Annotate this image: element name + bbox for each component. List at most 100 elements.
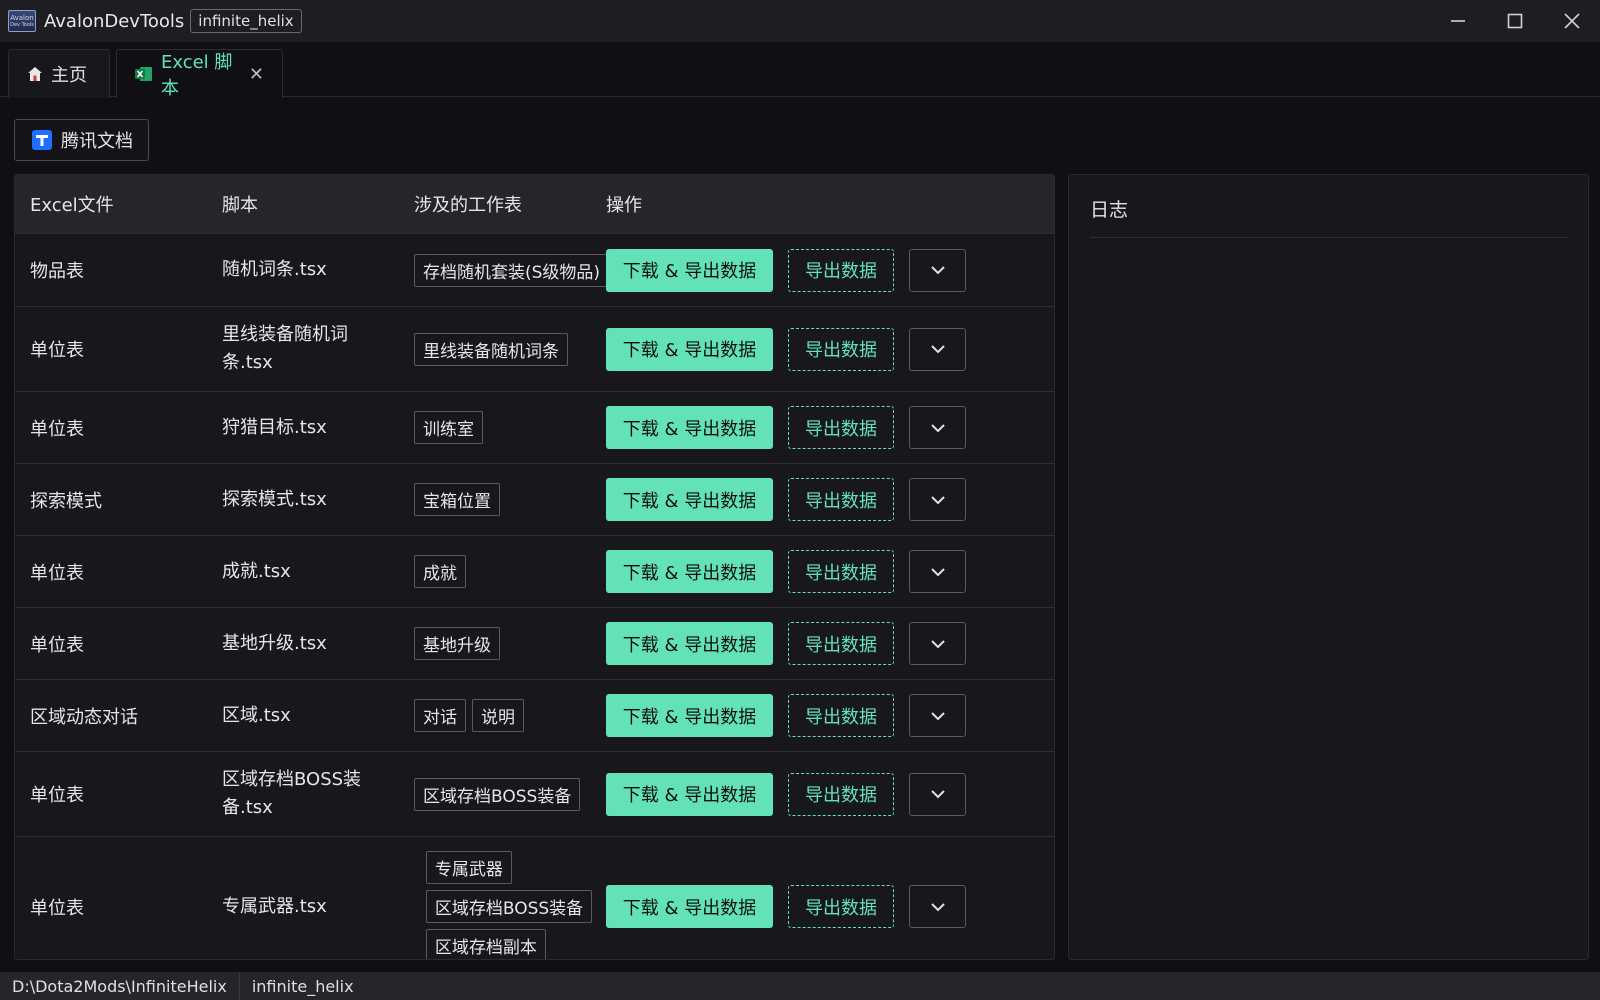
sheet-tag: 专属武器	[425, 851, 512, 884]
chevron-down-icon	[930, 423, 945, 432]
cell-excel-file: 单位表	[30, 634, 84, 656]
table-row: 单位表 狩猎目标.tsx 训练室 下载 & 导出数据 导出数据	[15, 392, 1054, 464]
download-export-button[interactable]: 下载 & 导出数据	[606, 550, 773, 593]
window-controls	[1429, 0, 1600, 42]
close-tab-icon[interactable]: ✕	[249, 64, 264, 85]
tab-excel-scripts[interactable]: Excel 脚本 ✕	[116, 49, 283, 99]
tab-home[interactable]: 主页	[8, 49, 110, 98]
export-data-button[interactable]: 导出数据	[788, 327, 894, 371]
cell-actions: 下载 & 导出数据 导出数据	[606, 307, 966, 391]
download-export-button[interactable]: 下载 & 导出数据	[606, 622, 773, 665]
more-options-button[interactable]	[909, 248, 966, 292]
sheet-tag: 里线装备随机词条	[414, 332, 568, 366]
download-export-button[interactable]: 下载 & 导出数据	[606, 406, 773, 449]
download-export-button[interactable]: 下载 & 导出数据	[606, 327, 773, 371]
export-data-button[interactable]: 导出数据	[788, 772, 894, 816]
sheet-tag: 区域存档BOSS装备	[425, 890, 593, 923]
maximize-icon	[1507, 13, 1522, 29]
home-icon	[27, 66, 43, 82]
chevron-down-icon	[930, 639, 945, 648]
log-divider	[1090, 237, 1567, 238]
table-row: 单位表 基地升级.tsx 基地升级 下载 & 导出数据 导出数据	[15, 608, 1054, 680]
sheet-tag: 说明	[472, 699, 524, 732]
cell-actions: 下载 & 导出数据 导出数据	[606, 608, 966, 679]
export-data-button[interactable]: 导出数据	[788, 406, 894, 449]
cell-script: 区域存档BOSS装备.tsx	[222, 769, 362, 818]
table-body: 物品表 随机词条.tsx 存档随机套装(S级物品) 下载 & 导出数据 导出数据 单位表里…	[15, 234, 1054, 959]
download-export-button[interactable]: 下载 & 导出数据	[606, 248, 773, 292]
cell-actions: 下载 & 导出数据 导出数据	[606, 680, 966, 751]
export-data-button[interactable]: 导出数据	[788, 885, 894, 928]
more-options-button[interactable]	[909, 478, 966, 521]
header-actions: 操作	[606, 195, 642, 216]
sheet-tag: 训练室	[414, 411, 483, 444]
scripts-table: Excel文件 脚本 涉及的工作表 操作 物品表 随机词条.tsx 存档随机套装(S…	[14, 174, 1055, 960]
status-bar: D:\Dota2Mods\InfiniteHelix infinite_heli…	[0, 972, 1600, 1000]
export-data-button[interactable]: 导出数据	[788, 550, 894, 593]
cell-sheets: 对话 说明	[414, 680, 604, 751]
download-export-button[interactable]: 下载 & 导出数据	[606, 694, 773, 737]
tab-bar: 主页 Excel 脚本 ✕	[0, 42, 1600, 99]
cell-actions: 下载 & 导出数据 导出数据	[606, 837, 966, 959]
cell-sheets: 成就	[414, 536, 604, 607]
more-options-button[interactable]	[909, 772, 966, 816]
download-export-button[interactable]: 下载 & 导出数据	[606, 885, 773, 928]
app-logo-icon: Avalon Dev Tools	[8, 10, 36, 32]
cell-sheets: 基地升级	[414, 608, 604, 679]
table-row: 单位表 区域存档BOSS装备.tsx 区域存档BOSS装备 下载 & 导出数据 导出数据	[15, 752, 1054, 837]
chevron-down-icon	[930, 495, 945, 504]
more-options-button[interactable]	[909, 885, 966, 928]
cell-sheets: 里线装备随机词条	[414, 307, 604, 391]
more-options-button[interactable]	[909, 622, 966, 665]
title-bar: Avalon Dev Tools AvalonDevTools infinite…	[0, 0, 1600, 42]
cell-excel-file: 单位表	[30, 897, 84, 919]
more-options-button[interactable]	[909, 327, 966, 371]
maximize-button[interactable]	[1486, 0, 1543, 42]
export-data-button[interactable]: 导出数据	[788, 622, 894, 665]
cell-sheets: 训练室	[414, 392, 604, 463]
table-row: 单位表 成就.tsx 成就 下载 & 导出数据 导出数据	[15, 536, 1054, 608]
cell-excel-file: 单位表	[30, 562, 84, 584]
cell-script: 探索模式.tsx	[222, 488, 327, 510]
close-icon	[1563, 13, 1580, 29]
more-options-button[interactable]	[909, 694, 966, 737]
close-window-button[interactable]	[1543, 0, 1600, 42]
excel-icon	[135, 66, 153, 82]
project-chip[interactable]: infinite_helix	[190, 9, 302, 33]
more-options-button[interactable]	[909, 550, 966, 593]
cell-sheets: 存档随机套装(S级物品)	[414, 234, 610, 306]
cell-actions: 下载 & 导出数据 导出数据	[606, 752, 966, 836]
app-title: AvalonDevTools	[44, 10, 185, 32]
table-row: 单位表 专属武器.tsx 专属武器 区域存档BOSS装备 区域存档副本 下载 & 导出数据…	[15, 837, 1054, 959]
cell-actions: 下载 & 导出数据 导出数据	[606, 392, 966, 463]
chevron-down-icon	[930, 266, 945, 275]
log-panel: 日志	[1068, 174, 1589, 960]
export-data-button[interactable]: 导出数据	[788, 248, 894, 292]
sheet-tag: 成就	[414, 555, 466, 588]
cell-script: 专属武器.tsx	[222, 895, 327, 917]
minimize-button[interactable]	[1429, 0, 1486, 42]
tencent-docs-button[interactable]: 腾讯文档	[14, 119, 149, 161]
cell-excel-file: 单位表	[30, 418, 84, 440]
table-row: 物品表 随机词条.tsx 存档随机套装(S级物品) 下载 & 导出数据 导出数据	[15, 234, 1054, 307]
cell-excel-file: 区域动态对话	[30, 706, 138, 728]
more-options-button[interactable]	[909, 406, 966, 449]
sheet-tag: 基地升级	[414, 627, 500, 660]
cell-sheets: 专属武器区域存档BOSS装备 区域存档副本	[414, 837, 604, 959]
cell-script: 随机词条.tsx	[222, 259, 327, 280]
sheet-tag: 区域存档副本	[425, 929, 546, 959]
table-row: 探索模式 探索模式.tsx 宝箱位置 下载 & 导出数据 导出数据	[15, 464, 1054, 536]
cell-script: 里线装备随机词条.tsx	[222, 324, 348, 373]
export-data-button[interactable]: 导出数据	[788, 694, 894, 737]
download-export-button[interactable]: 下载 & 导出数据	[606, 772, 773, 816]
download-export-button[interactable]: 下载 & 导出数据	[606, 478, 773, 521]
chevron-down-icon	[930, 902, 945, 911]
cell-excel-file: 单位表	[30, 785, 84, 806]
chevron-down-icon	[930, 790, 945, 799]
export-data-button[interactable]: 导出数据	[788, 478, 894, 521]
status-path: D:\Dota2Mods\InfiniteHelix	[0, 972, 240, 1000]
tencent-docs-icon	[31, 129, 53, 151]
cell-script: 成就.tsx	[222, 560, 291, 582]
chevron-down-icon	[930, 567, 945, 576]
header-script: 脚本	[222, 195, 258, 216]
